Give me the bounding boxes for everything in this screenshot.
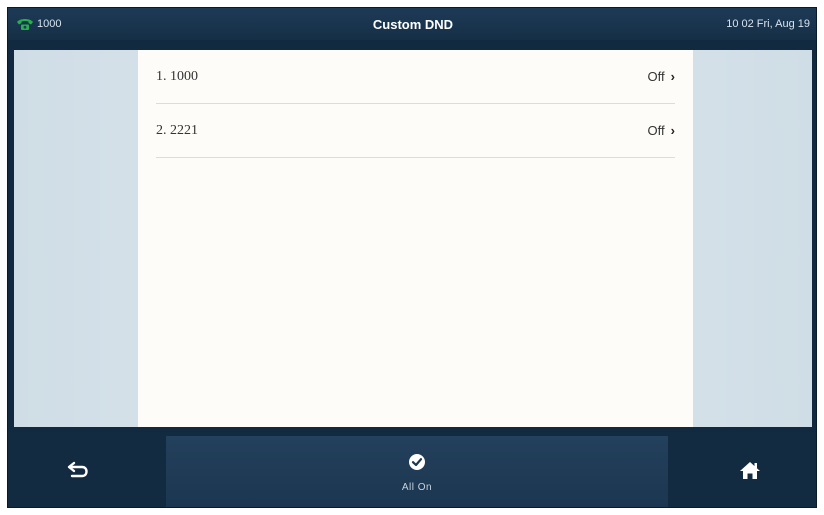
home-button[interactable] bbox=[730, 456, 770, 488]
chevron-right-icon: › bbox=[670, 123, 675, 138]
phone-screen: 1000 Custom DND 10 02 Fri, Aug 19 1. 100… bbox=[7, 7, 817, 508]
handset-icon bbox=[16, 17, 34, 31]
list-item-value: Off bbox=[647, 69, 665, 84]
back-arrow-icon bbox=[66, 460, 90, 485]
softkey-bar: All On bbox=[8, 432, 816, 507]
dnd-account-list: 1. 1000 Off › 2. 2221 Off › bbox=[138, 50, 693, 427]
all-on-button[interactable]: All On bbox=[166, 436, 668, 507]
list-item-value: Off bbox=[647, 123, 665, 138]
list-item-account-1[interactable]: 1. 1000 Off › bbox=[156, 50, 675, 104]
chevron-right-icon: › bbox=[670, 69, 675, 84]
home-icon bbox=[739, 460, 761, 485]
list-item-account-2[interactable]: 2. 2221 Off › bbox=[156, 104, 675, 158]
list-item-label: 1. 1000 bbox=[156, 68, 198, 84]
content-area: 1. 1000 Off › 2. 2221 Off › bbox=[14, 50, 812, 427]
datetime: 10 02 Fri, Aug 19 bbox=[726, 18, 810, 30]
page-title: Custom DND bbox=[372, 16, 454, 32]
check-circle-icon bbox=[408, 453, 426, 476]
status-bar: 1000 Custom DND 10 02 Fri, Aug 19 bbox=[8, 8, 816, 40]
account-number: 1000 bbox=[37, 18, 62, 30]
back-button[interactable] bbox=[58, 456, 98, 488]
all-on-label: All On bbox=[401, 481, 433, 493]
list-item-label: 2. 2221 bbox=[156, 122, 198, 138]
account-indicator: 1000 bbox=[16, 8, 61, 40]
